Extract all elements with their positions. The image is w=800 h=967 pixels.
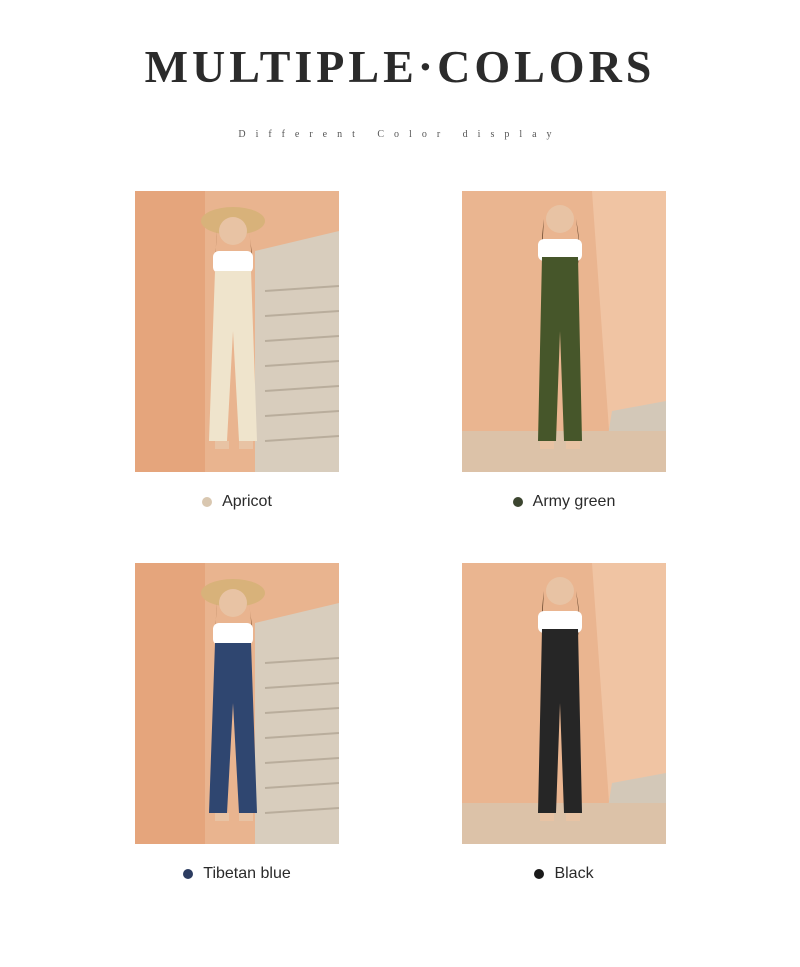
color-swatch xyxy=(534,869,545,879)
color-swatch xyxy=(202,497,213,507)
variant-label: Army green xyxy=(532,493,616,510)
variant-label: Tibetan blue xyxy=(203,865,291,882)
variant-label-row: Apricot xyxy=(95,493,379,511)
product-photo xyxy=(462,563,666,844)
variant-label: Black xyxy=(554,865,594,882)
variant-label-row: Black xyxy=(422,865,706,883)
variant-label-row: Tibetan blue xyxy=(95,865,379,883)
variant-label: Apricot xyxy=(222,493,272,510)
page-subtitle: Different Color display xyxy=(238,129,562,140)
product-photo xyxy=(135,191,339,472)
color-swatch xyxy=(183,869,194,879)
color-swatch xyxy=(512,497,523,507)
product-photo xyxy=(462,191,666,472)
variant-label-row: Army green xyxy=(422,493,706,511)
page-title: MULTIPLE·COLORS xyxy=(144,41,656,92)
product-photo xyxy=(135,563,339,844)
